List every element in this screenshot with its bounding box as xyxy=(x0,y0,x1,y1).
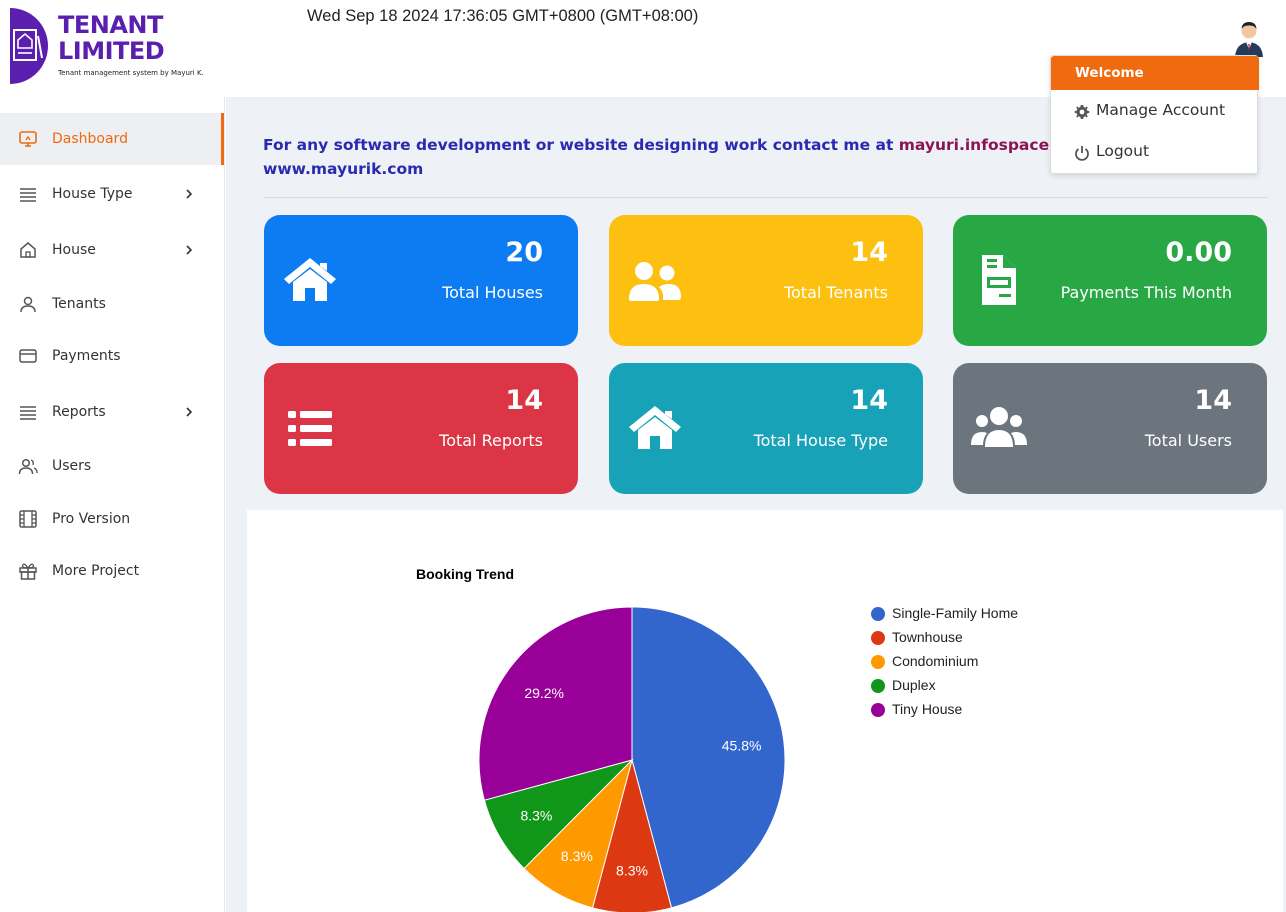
sidebar-item-label: Payments xyxy=(52,348,121,364)
legend-swatch xyxy=(871,703,885,717)
divider xyxy=(263,197,1268,198)
list-icon xyxy=(20,406,36,420)
logo[interactable]: TENANT LIMITED Tenant management system … xyxy=(10,8,225,86)
user-icon xyxy=(20,296,36,313)
legend-label: Single-Family Home xyxy=(892,605,1019,621)
logo-title: TENANT LIMITED xyxy=(58,11,165,65)
gift-icon xyxy=(19,563,37,580)
logo-mark xyxy=(10,8,48,84)
legend-label: Tiny House xyxy=(892,701,963,717)
stat-value: 14 xyxy=(850,385,888,416)
stat-value: 20 xyxy=(505,237,543,268)
stat-label: Total Reports xyxy=(439,431,543,450)
current-datetime: Wed Sep 18 2024 17:36:05 GMT+0800 (GMT+0… xyxy=(307,7,699,25)
stat-label: Total Users xyxy=(1144,431,1232,450)
logout-link[interactable]: Logout xyxy=(1074,141,1254,165)
stat-label: Total Houses xyxy=(442,283,543,302)
film-icon xyxy=(19,510,37,528)
sidebar-item-pro-version[interactable]: Pro Version xyxy=(0,494,224,544)
user-dropdown-menu: Welcome Manage Account Logout xyxy=(1050,55,1259,174)
sidebar-item-label: Tenants xyxy=(52,296,106,312)
invoice-icon xyxy=(982,255,1016,305)
home-icon xyxy=(284,258,336,301)
booking-trend-chart: Booking Trend 45.8% 8.3% 8.3% 8.3% 29.2% Sin… xyxy=(247,510,1283,912)
monitor-icon xyxy=(19,131,37,147)
sidebar-item-label: Pro Version xyxy=(52,511,131,527)
pie-slice-label: 45.8% xyxy=(722,738,762,754)
logo-subtitle: Tenant management system by Mayuri K. xyxy=(58,69,204,77)
sidebar-item-label: House Type xyxy=(52,186,133,202)
sidebar-item-house-type[interactable]: House Type xyxy=(0,169,224,219)
sidebar-item-label: Users xyxy=(52,458,92,474)
legend-swatch xyxy=(871,655,885,669)
list-icon xyxy=(20,188,36,202)
pie-slice-label: 8.3% xyxy=(616,863,648,879)
users-icon xyxy=(629,262,681,301)
legend-label: Townhouse xyxy=(892,629,963,645)
sidebar-item-label: Dashboard xyxy=(52,131,128,147)
pie-slice-label: 8.3% xyxy=(561,848,593,864)
home-icon xyxy=(20,242,36,258)
pie-slice-label: 8.3% xyxy=(520,808,552,824)
users-group-icon xyxy=(971,407,1027,447)
users-icon xyxy=(18,458,38,475)
chevron-right-icon xyxy=(186,245,193,255)
document-house-icon xyxy=(13,29,43,61)
avatar[interactable] xyxy=(1230,19,1268,57)
list-icon xyxy=(288,411,332,446)
legend-item[interactable]: Townhouse xyxy=(871,628,1091,648)
gear-icon xyxy=(1074,105,1090,119)
power-icon xyxy=(1075,146,1089,161)
stat-card-total-house-type[interactable]: 14 Total House Type xyxy=(609,363,923,494)
legend-label: Duplex xyxy=(892,677,936,693)
legend-swatch xyxy=(871,631,885,645)
legend-item[interactable]: Duplex xyxy=(871,676,1091,696)
stat-value: 0.00 xyxy=(1165,237,1232,268)
chevron-right-icon xyxy=(186,407,193,417)
stat-card-payments-this-month[interactable]: 0.00 Payments This Month xyxy=(953,215,1267,346)
legend-swatch xyxy=(871,679,885,693)
home-icon xyxy=(629,406,681,449)
stat-label: Total House Type xyxy=(753,431,888,450)
stat-label: Payments This Month xyxy=(1060,283,1232,302)
legend-item[interactable]: Condominium xyxy=(871,652,1091,672)
logo-title-line2: LIMITED xyxy=(58,37,165,65)
sidebar-item-dashboard[interactable]: Dashboard xyxy=(0,113,224,165)
stat-label: Total Tenants xyxy=(783,283,888,302)
sidebar-item-more-project[interactable]: More Project xyxy=(0,546,224,596)
legend-item[interactable]: Tiny House xyxy=(871,700,1091,720)
sidebar-item-house[interactable]: House xyxy=(0,225,224,275)
pie-chart: 45.8% 8.3% 8.3% 8.3% 29.2% xyxy=(478,606,786,912)
sidebar-item-label: Reports xyxy=(52,404,106,420)
credit-card-icon xyxy=(19,349,37,363)
main-content: For any software development or website … xyxy=(226,97,1286,912)
stat-card-total-users[interactable]: 14 Total Users xyxy=(953,363,1267,494)
legend-label: Condominium xyxy=(892,653,979,669)
stat-card-total-tenants[interactable]: 14 Total Tenants xyxy=(609,215,923,346)
sidebar-item-users[interactable]: Users xyxy=(0,441,224,491)
stat-value: 14 xyxy=(505,385,543,416)
chevron-right-icon xyxy=(186,189,193,199)
notice-website[interactable]: www.mayurik.com xyxy=(263,160,423,178)
notice-text: For any software development or website … xyxy=(263,136,899,154)
legend-swatch xyxy=(871,607,885,621)
sidebar-item-label: House xyxy=(52,242,96,258)
logout-label: Logout xyxy=(1096,142,1150,160)
sidebar: Dashboard House Type House Tenants Payme… xyxy=(0,97,225,912)
sidebar-item-label: More Project xyxy=(52,563,140,579)
stat-value: 14 xyxy=(1194,385,1232,416)
sidebar-item-payments[interactable]: Payments xyxy=(0,331,224,381)
manage-account-label: Manage Account xyxy=(1096,101,1226,119)
user-avatar-icon xyxy=(1235,22,1263,57)
manage-account-link[interactable]: Manage Account xyxy=(1074,100,1254,124)
pie-slice-label: 29.2% xyxy=(524,685,564,701)
stat-card-total-houses[interactable]: 20 Total Houses xyxy=(264,215,578,346)
sidebar-item-reports[interactable]: Reports xyxy=(0,387,224,437)
sidebar-item-tenants[interactable]: Tenants xyxy=(0,279,224,329)
stat-card-total-reports[interactable]: 14 Total Reports xyxy=(264,363,578,494)
stat-value: 14 xyxy=(850,237,888,268)
legend-item[interactable]: Single-Family Home xyxy=(871,604,1091,624)
logo-title-line1: TENANT xyxy=(58,11,163,39)
dropdown-heading: Welcome xyxy=(1051,56,1259,90)
